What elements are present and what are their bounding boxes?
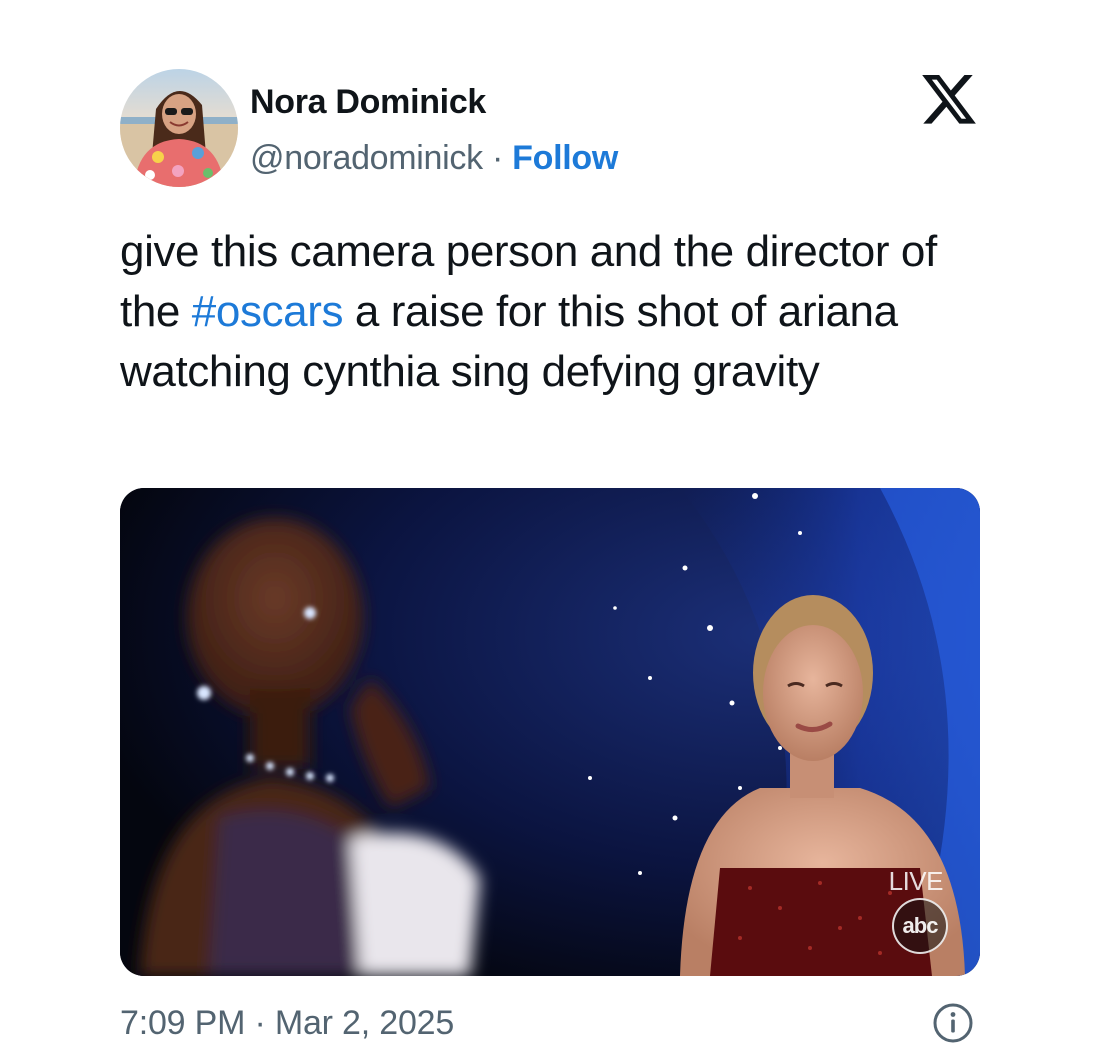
tweet-timestamp[interactable]: 7:09 PM · Mar 2, 2025 xyxy=(120,1003,454,1043)
tweet-text: give this camera person and the director… xyxy=(120,222,980,402)
info-icon[interactable] xyxy=(932,1002,974,1044)
avatar-photo xyxy=(120,69,238,187)
live-label: LIVE xyxy=(888,866,944,896)
follow-button[interactable]: Follow xyxy=(512,139,618,177)
author-name[interactable]: Nora Dominick xyxy=(250,82,486,122)
x-logo-icon[interactable] xyxy=(922,75,978,126)
author-handle[interactable]: @noradominick xyxy=(250,139,483,177)
tweet-card: Nora Dominick @noradominick · Follow giv… xyxy=(0,0,1100,1063)
author-handle-row: @noradominick · Follow xyxy=(250,138,618,178)
abc-network-logo: abc xyxy=(892,898,948,954)
media-image xyxy=(120,488,980,976)
author-avatar[interactable] xyxy=(120,69,238,187)
handle-separator: · xyxy=(482,139,513,177)
tweet-media[interactable]: LIVE abc xyxy=(120,488,980,976)
hashtag-link[interactable]: #oscars xyxy=(192,287,344,336)
